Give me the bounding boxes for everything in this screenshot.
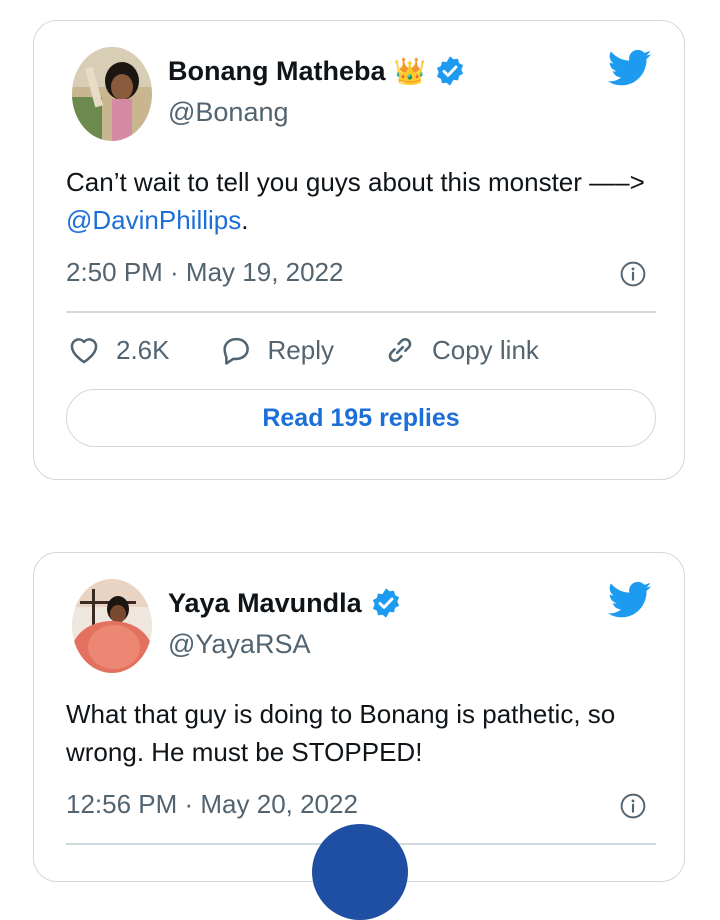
author-name[interactable]: Yaya Mavundla: [168, 588, 362, 619]
crown-emoji: 👑: [393, 56, 426, 86]
tweet-card[interactable]: Bonang Matheba 👑 @Bonang Can’t wait to t…: [33, 20, 685, 480]
like-button[interactable]: 2.6K: [66, 333, 170, 367]
tweet-text: What that guy is doing to Bonang is path…: [66, 699, 616, 767]
verified-badge-icon: [436, 56, 463, 86]
verified-badge-icon: [372, 588, 399, 618]
mention-link[interactable]: @DavinPhillips: [66, 205, 241, 235]
twitter-bird-icon[interactable]: [608, 581, 652, 619]
reply-button[interactable]: Reply: [218, 333, 334, 367]
avatar[interactable]: [72, 579, 152, 673]
author-handle[interactable]: @YayaRSA: [168, 629, 310, 660]
tweet-timestamp[interactable]: 2:50 PM · May 19, 2022: [66, 257, 343, 288]
info-icon[interactable]: [620, 793, 646, 819]
reply-label: Reply: [267, 334, 334, 365]
link-icon: [388, 338, 412, 362]
author-name[interactable]: Bonang Matheba: [168, 56, 386, 87]
floating-action-button[interactable]: [312, 824, 408, 920]
copy-link-button[interactable]: Copy link: [382, 333, 539, 367]
tweet-text: Can’t wait to tell you guys about this m…: [66, 167, 645, 235]
tweet-actions: 2.6K Reply Copy link: [66, 333, 587, 367]
twitter-bird-icon[interactable]: [608, 49, 652, 87]
heart-icon: [70, 338, 98, 364]
reply-icon: [222, 337, 249, 365]
author-handle[interactable]: @Bonang: [168, 97, 289, 128]
copy-link-label: Copy link: [431, 334, 539, 365]
read-replies-button[interactable]: Read 195 replies: [66, 389, 656, 447]
avatar[interactable]: [72, 47, 152, 141]
divider: [66, 311, 656, 313]
like-count: 2.6K: [116, 334, 170, 365]
info-icon[interactable]: [620, 261, 646, 287]
tweet-timestamp[interactable]: 12:56 PM · May 20, 2022: [66, 789, 358, 820]
